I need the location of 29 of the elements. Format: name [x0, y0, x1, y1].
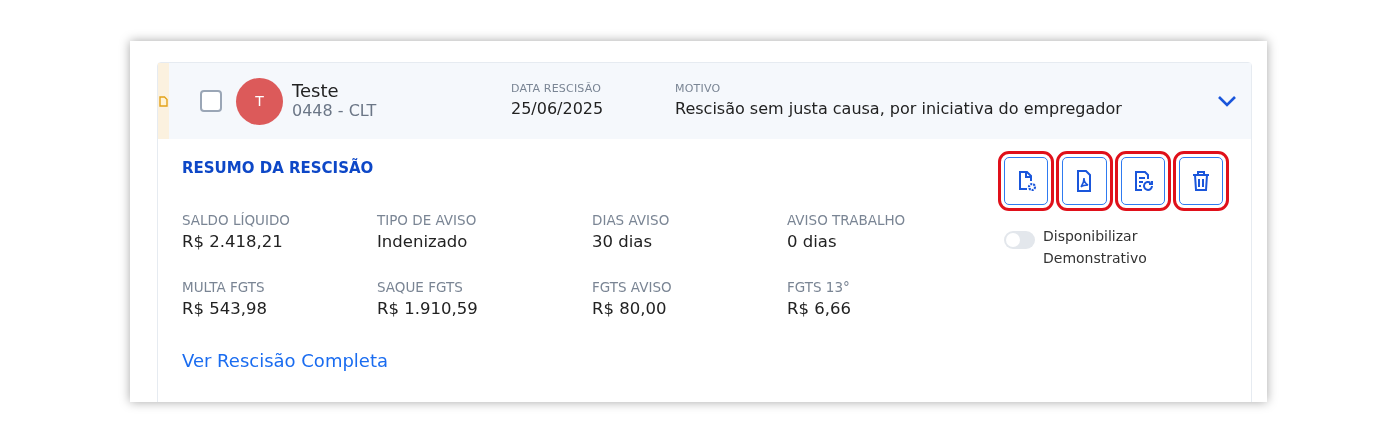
stat-label: SALDO LÍQUIDO — [182, 210, 291, 230]
chevron-icon[interactable] — [1217, 95, 1237, 107]
avatar: T — [236, 77, 283, 125]
stat-label: MULTA FGTS — [182, 277, 266, 297]
field-label: DATA RESCISÃO — [511, 80, 603, 97]
stat-label: DIAS AVISO — [592, 210, 671, 230]
toggle-switch[interactable] — [1004, 231, 1035, 249]
employee-name: Teste — [292, 79, 340, 102]
stat-value: R$ 6,66 — [787, 297, 852, 320]
section-title: RESUMO DA RESCISÃO — [182, 157, 375, 179]
stat-label: AVISO TRABALHO — [787, 210, 907, 230]
field-value: Rescisão sem justa causa, por iniciativa do empregador — [675, 98, 1123, 121]
stat-label: SAQUE FGTS — [377, 277, 464, 297]
stat-value: R$ 543,98 — [182, 297, 268, 320]
stat-label: FGTS AVISO — [592, 277, 673, 297]
stat-value: R$ 2.418,21 — [182, 230, 284, 253]
toggle-label: Disponibilizar Demonstrativo — [1043, 227, 1148, 269]
stat-label: TIPO DE AVISO — [377, 210, 478, 230]
stat-value: 30 dias — [592, 230, 653, 253]
field-value: 25/06/2025 — [511, 98, 605, 121]
stat-value: R$ 80,00 — [592, 297, 668, 320]
field-label: MOTIVO — [675, 80, 722, 97]
stat-value: R$ 1.910,59 — [377, 297, 479, 320]
stat-label: FGTS 13° — [787, 277, 851, 297]
employee-code: 0448 - CLT — [292, 101, 378, 123]
stat-value: 0 dias — [787, 230, 838, 253]
row-checkbox[interactable] — [200, 90, 222, 112]
stat-value: Indenizado — [377, 230, 469, 253]
view-full-link[interactable]: Ver Rescisão Completa — [182, 349, 388, 371]
